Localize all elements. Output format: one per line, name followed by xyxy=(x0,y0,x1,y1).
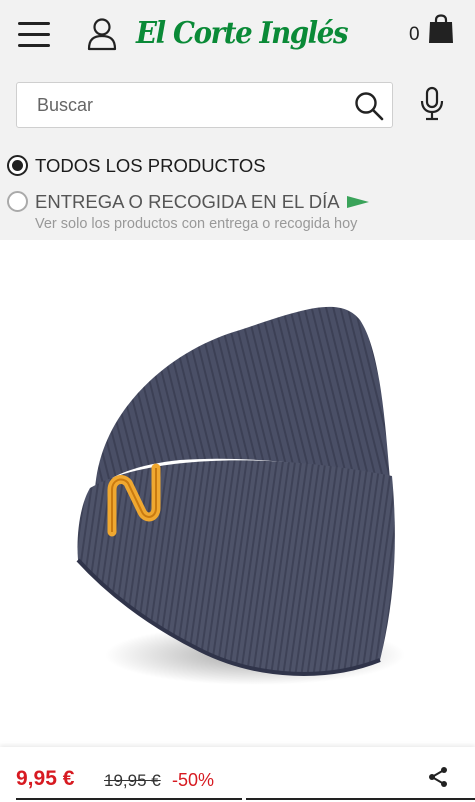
menu-icon-bar xyxy=(18,44,50,47)
filter-all-products[interactable]: TODOS LOS PRODUCTOS xyxy=(7,155,307,177)
brand-logo[interactable]: El Corte Inglés xyxy=(136,6,349,62)
app-header: El Corte Inglés 0 xyxy=(0,0,475,70)
microphone-icon[interactable] xyxy=(418,86,446,122)
filter-all-products-label: TODOS LOS PRODUCTOS xyxy=(35,155,266,176)
shopping-bag-icon[interactable] xyxy=(428,14,454,44)
user-icon[interactable] xyxy=(86,17,118,51)
product-image-area[interactable] xyxy=(0,240,475,745)
search-bar xyxy=(16,82,393,128)
filter-same-day-sublabel: Ver solo los productos con entrega o rec… xyxy=(35,216,358,232)
actions-underline xyxy=(246,798,475,800)
share-icon[interactable] xyxy=(426,765,450,789)
menu-button[interactable] xyxy=(18,22,50,48)
current-price: 9,95 € xyxy=(16,767,75,790)
price-underline xyxy=(16,798,242,800)
discount-badge: -50% xyxy=(172,770,215,790)
search-input[interactable] xyxy=(37,91,337,119)
menu-icon-bar xyxy=(18,33,50,36)
old-price: 19,95 € xyxy=(104,771,161,790)
filter-same-day-label-text: ENTREGA O RECOGIDA EN EL DÍA xyxy=(35,191,340,212)
brand-logo-text: El Corte Inglés xyxy=(136,16,349,51)
menu-icon-bar xyxy=(18,22,50,25)
flag-icon xyxy=(346,195,369,208)
search-icon[interactable] xyxy=(353,90,385,122)
filter-same-day-label: ENTREGA O RECOGIDA EN EL DÍA xyxy=(35,191,370,212)
radio-same-day[interactable] xyxy=(7,191,28,212)
filter-same-day[interactable]: ENTREGA O RECOGIDA EN EL DÍA Ver solo lo… xyxy=(7,191,427,235)
beanie-hat-image xyxy=(76,306,405,685)
cart-count: 0 xyxy=(409,24,420,45)
radio-all-products[interactable] xyxy=(7,155,28,176)
price-bar: 9,95 € 19,95 € -50% xyxy=(0,747,475,802)
